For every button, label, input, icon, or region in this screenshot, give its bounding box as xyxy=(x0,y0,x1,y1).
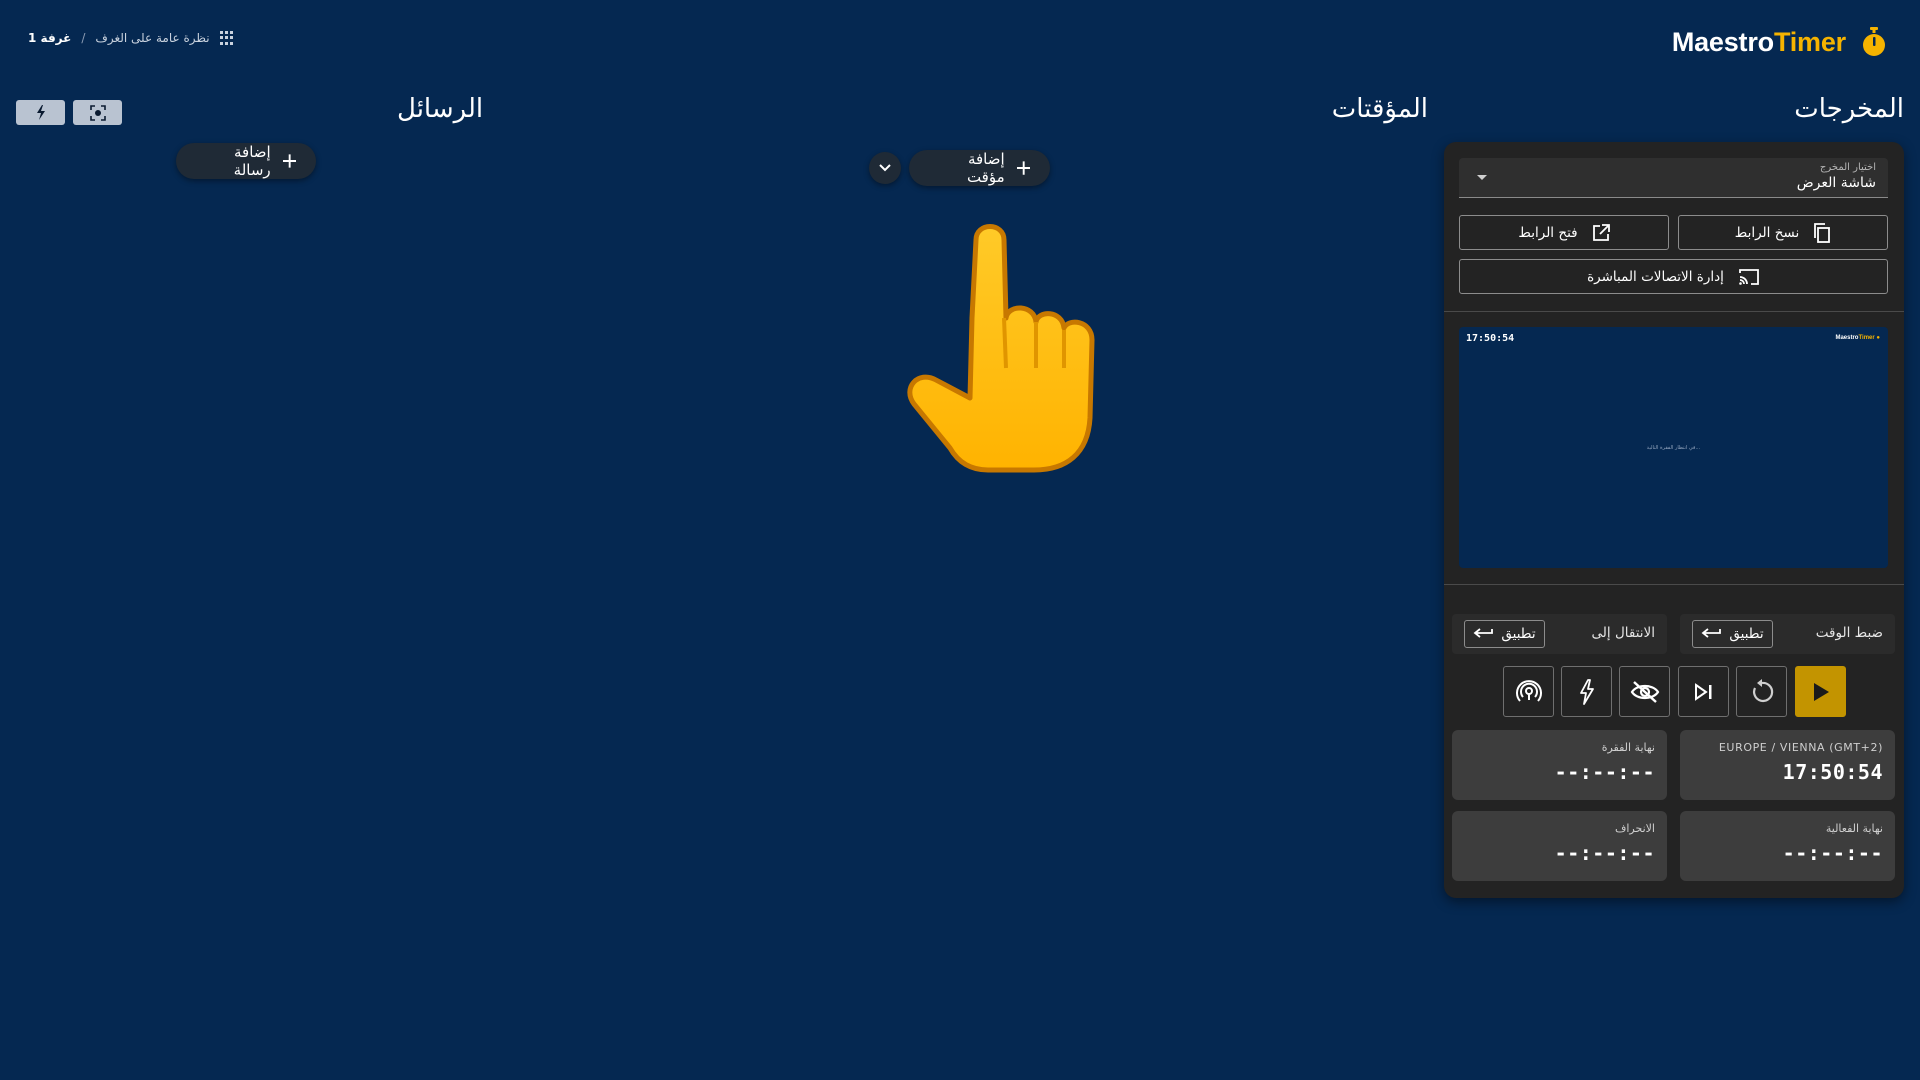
play-icon xyxy=(1813,682,1829,701)
flash-icon xyxy=(36,105,45,120)
messages-title: الرسائل xyxy=(397,94,484,124)
add-message-button[interactable]: إضافة رسالة xyxy=(176,143,316,179)
enter-icon xyxy=(1701,628,1722,638)
logo-wordmark: MaestroTimer xyxy=(1671,26,1846,57)
timer-options-button[interactable] xyxy=(869,152,901,184)
plus-icon xyxy=(282,154,296,168)
cast-icon xyxy=(1739,268,1759,285)
segment-end-card: نهاية الفقرة --:--:-- xyxy=(1452,730,1667,800)
copy-icon xyxy=(1814,222,1831,243)
grid-icon[interactable] xyxy=(219,31,234,45)
divider xyxy=(1444,311,1904,312)
add-message-label: إضافة رسالة xyxy=(233,143,271,179)
flash-icon xyxy=(1579,678,1594,705)
flash-button[interactable] xyxy=(16,100,65,125)
drift-card: الانحراف --:--:-- xyxy=(1452,811,1667,881)
goto-card: الانتقال إلى تطبيق xyxy=(1452,614,1667,654)
timers-title: المؤقتات xyxy=(1331,94,1428,124)
open-link-button[interactable]: فتح الرابط xyxy=(1459,215,1669,250)
reset-icon xyxy=(1752,678,1773,702)
output-panel: اختيار المخرج شاشة العرض نسخ الرابط فتح … xyxy=(1444,142,1904,898)
open-link-label: فتح الرابط xyxy=(1518,224,1578,241)
output-preview: 17:50:54 MaestroTimer ● في انتظار الفقرة… xyxy=(1459,327,1888,568)
chevron-down-icon xyxy=(879,164,891,172)
set-time-label: ضبط الوقت xyxy=(1815,625,1883,641)
reset-button[interactable] xyxy=(1736,666,1787,717)
breadcrumb-rooms-overview[interactable]: نظرة عامة على الغرف xyxy=(95,31,209,45)
app-logo[interactable]: MaestroTimer xyxy=(1672,24,1888,60)
plus-icon xyxy=(1016,161,1030,175)
breadcrumb-current-room: غرفة 1 xyxy=(28,31,72,45)
event-end-value: --:--:-- xyxy=(1782,841,1883,865)
output-select[interactable]: اختيار المخرج شاشة العرض xyxy=(1459,158,1888,198)
connect-icon xyxy=(1515,679,1542,702)
set-time-apply-button[interactable]: تطبيق xyxy=(1692,620,1773,648)
add-timer-button[interactable]: إضافة مؤقت xyxy=(909,150,1050,186)
timezone-time: 17:50:54 xyxy=(1782,760,1883,784)
drift-value: --:--:-- xyxy=(1554,841,1655,865)
event-end-card: نهاية الفعالية --:--:-- xyxy=(1680,811,1895,881)
timezone-card: EUROPE / VIENNA (GMT+2) 17:50:54 xyxy=(1680,730,1895,800)
goto-apply-button[interactable]: تطبيق xyxy=(1464,620,1545,648)
preview-waiting-text: في انتظار الفقرة التالية... xyxy=(1646,445,1701,451)
segment-end-value: --:--:-- xyxy=(1554,760,1655,784)
copy-link-button[interactable]: نسخ الرابط xyxy=(1678,215,1888,250)
divider xyxy=(1444,584,1904,585)
flash-control-button[interactable] xyxy=(1561,666,1612,717)
open-external-icon xyxy=(1592,223,1610,241)
blackout-button[interactable] xyxy=(1619,666,1670,717)
breadcrumb-separator: / xyxy=(81,31,86,45)
focus-mode-icon xyxy=(89,104,106,121)
apply-label: تطبيق xyxy=(1729,626,1764,642)
copy-link-label: نسخ الرابط xyxy=(1734,224,1800,241)
next-icon xyxy=(1694,682,1711,701)
pointing-hand-icon xyxy=(907,224,1095,473)
manage-connections-label: إدارة الاتصالات المباشرة xyxy=(1587,268,1724,285)
preview-clock: 17:50:54 xyxy=(1466,333,1515,344)
broadcast-button[interactable] xyxy=(1503,666,1554,717)
output-select-value: شاشة العرض xyxy=(1796,175,1876,191)
goto-label: الانتقال إلى xyxy=(1591,625,1655,641)
timezone-label: EUROPE / VIENNA (GMT+2) xyxy=(1718,741,1883,754)
drift-label: الانحراف xyxy=(1614,822,1655,835)
play-button[interactable] xyxy=(1795,666,1846,717)
manage-connections-button[interactable]: إدارة الاتصالات المباشرة xyxy=(1459,259,1888,294)
set-time-card: ضبط الوقت تطبيق xyxy=(1680,614,1895,654)
next-button[interactable] xyxy=(1678,666,1729,717)
apply-label: تطبيق xyxy=(1501,626,1536,642)
enter-icon xyxy=(1473,628,1494,638)
breadcrumb: غرفة 1 / نظرة عامة على الغرف xyxy=(28,31,234,45)
focus-mode-button[interactable] xyxy=(73,100,122,125)
preview-logo: MaestroTimer ● xyxy=(1835,335,1880,341)
outputs-title: المخرجات xyxy=(1794,94,1904,124)
blackout-icon xyxy=(1630,680,1659,703)
stopwatch-icon xyxy=(1863,27,1885,56)
output-select-label: اختيار المخرج xyxy=(1819,162,1876,173)
segment-end-label: نهاية الفقرة xyxy=(1601,741,1655,754)
add-timer-label: إضافة مؤقت xyxy=(966,150,1005,186)
dropdown-arrow-icon xyxy=(1477,175,1487,180)
event-end-label: نهاية الفعالية xyxy=(1825,822,1883,835)
